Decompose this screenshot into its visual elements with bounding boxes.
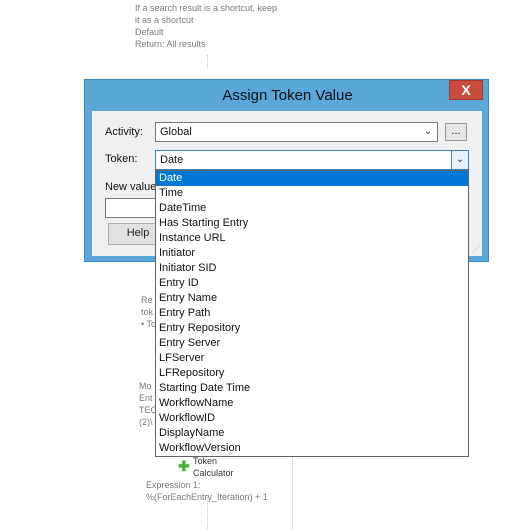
- close-button[interactable]: X: [449, 80, 483, 100]
- token-label: Token:: [105, 153, 138, 165]
- search-activity-note: If a search result is a shortcut, keep i…: [135, 2, 277, 50]
- dropdown-option[interactable]: LFServer: [156, 351, 468, 366]
- plus-icon: ✚: [178, 458, 190, 474]
- dropdown-option[interactable]: WorkflowName: [156, 396, 468, 411]
- dropdown-option[interactable]: Starting Date Time: [156, 381, 468, 396]
- dropdown-option[interactable]: Entry Repository: [156, 321, 468, 336]
- dropdown-option[interactable]: DateTime: [156, 201, 468, 216]
- token-value: Date: [160, 154, 184, 166]
- dropdown-option[interactable]: Initiator: [156, 246, 468, 261]
- dropdown-option[interactable]: Date: [156, 171, 468, 186]
- dropdown-option[interactable]: WorkflowVersion: [156, 441, 468, 456]
- expression-note: Expression 1: %(ForEachEntry_Iteration) …: [146, 479, 268, 503]
- note-line: it as a shortcut: [135, 15, 194, 25]
- activity-label: Calculator: [193, 468, 234, 478]
- note-line: • To: [141, 319, 156, 329]
- token-calculator-activity[interactable]: Token Calculator: [193, 455, 234, 479]
- activity-label: Activity:: [105, 126, 143, 138]
- note-line: If a search result is a shortcut, keep: [135, 3, 278, 13]
- dropdown-option[interactable]: LFRepository: [156, 366, 468, 381]
- token-dropdown-list[interactable]: Date Time DateTime Has Starting Entry Instan…: [155, 170, 469, 457]
- connector-line: [207, 55, 208, 69]
- dropdown-option[interactable]: Instance URL: [156, 231, 468, 246]
- dropdown-option[interactable]: Entry Server: [156, 336, 468, 351]
- resize-grip-icon[interactable]: ⋰: [472, 245, 480, 254]
- token-select[interactable]: Date ⌄: [155, 150, 469, 170]
- activity-select[interactable]: Global ⌄: [155, 122, 438, 142]
- note-line: Default: [135, 27, 164, 37]
- dropdown-option[interactable]: Initiator SID: [156, 261, 468, 276]
- dropdown-option[interactable]: Time: [156, 186, 468, 201]
- dropdown-option[interactable]: Has Starting Entry: [156, 216, 468, 231]
- chevron-down-icon[interactable]: ⌄: [451, 151, 468, 169]
- note-line: Re: [141, 295, 153, 305]
- dropdown-option[interactable]: Entry Name: [156, 291, 468, 306]
- partial-note-1: Re tok • To: [141, 294, 156, 330]
- dropdown-option[interactable]: Entry ID: [156, 276, 468, 291]
- dropdown-option[interactable]: DisplayName: [156, 426, 468, 441]
- note-line: Expression 1:: [146, 480, 201, 490]
- note-line: Return: All results: [135, 39, 206, 49]
- dropdown-option[interactable]: WorkflowID: [156, 411, 468, 426]
- chevron-down-icon[interactable]: ⌄: [421, 123, 435, 141]
- new-value-label: New value: [105, 181, 157, 193]
- activity-value: Global: [160, 126, 192, 138]
- browse-button[interactable]: ...: [445, 123, 467, 141]
- close-icon: X: [461, 82, 471, 98]
- note-line: tok: [141, 307, 154, 317]
- dropdown-option[interactable]: Entry Path: [156, 306, 468, 321]
- dialog-title: Assign Token Value: [222, 87, 353, 104]
- note-line: %(ForEachEntry_Iteration) + 1: [146, 492, 268, 502]
